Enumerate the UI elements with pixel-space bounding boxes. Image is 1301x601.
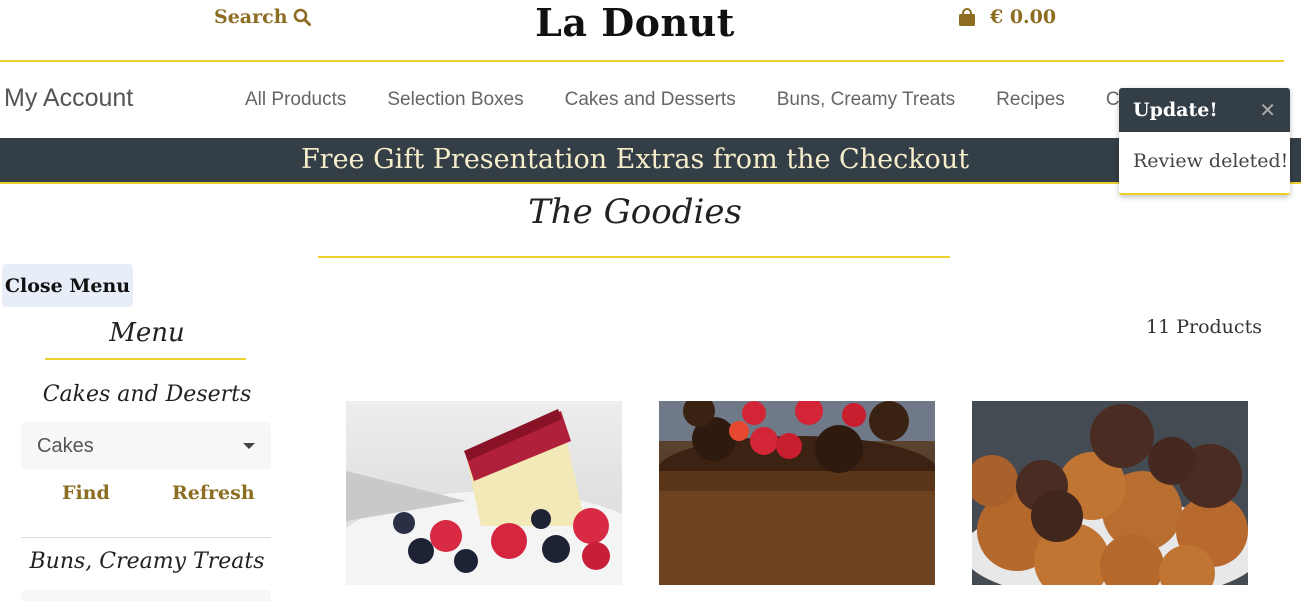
- my-account-link[interactable]: My Account: [4, 84, 133, 113]
- nav-recipes[interactable]: Recipes: [996, 89, 1065, 111]
- toast-message: Review deleted!: [1133, 150, 1289, 172]
- category-select-2[interactable]: [21, 590, 271, 601]
- update-toast: Update! ✕ Review deleted!: [1119, 88, 1290, 195]
- product-image-cheesecake[interactable]: [346, 401, 622, 585]
- product-image-chocolate-cake[interactable]: [659, 401, 935, 585]
- toast-title: Update!: [1133, 99, 1218, 121]
- page-title: The Goodies: [528, 192, 742, 232]
- shopping-bag-icon: [959, 7, 975, 26]
- menu-underline: [45, 358, 246, 360]
- product-count: 11 Products: [1146, 316, 1262, 338]
- main-nav: My Account All Products Selection Boxes …: [0, 72, 1301, 128]
- category-select[interactable]: Cakes: [21, 422, 271, 470]
- title-underline: [318, 256, 950, 258]
- nav-all-products[interactable]: All Products: [245, 89, 346, 111]
- find-button[interactable]: Find: [62, 482, 110, 504]
- cart-link[interactable]: € 0.00: [958, 6, 1056, 28]
- chocolate-cake-illustration: [659, 401, 935, 585]
- cheesecake-illustration: [346, 409, 622, 585]
- nav-truncated-item[interactable]: C: [1106, 89, 1120, 111]
- nav-selection-boxes[interactable]: Selection Boxes: [387, 89, 523, 111]
- category-heading-buns: Buns, Creamy Treats: [29, 549, 265, 574]
- menu-title: Menu: [109, 318, 185, 348]
- caret-down-icon: [243, 443, 255, 449]
- close-icon[interactable]: ✕: [1259, 98, 1276, 122]
- toast-header: Update! ✕: [1119, 88, 1290, 132]
- promo-banner-text: Free Gift Presentation Extras from the C…: [300, 144, 970, 175]
- category-heading-cakes: Cakes and Deserts: [42, 382, 252, 407]
- cookies-illustration: [972, 401, 1248, 585]
- nav-links: All Products Selection Boxes Cakes and D…: [245, 89, 1120, 111]
- close-menu-button[interactable]: Close Menu: [2, 264, 133, 307]
- promo-banner: Free Gift Presentation Extras from the C…: [0, 138, 1301, 184]
- top-bar: Search La Donut € 0.00: [0, 0, 1301, 62]
- nav-cakes-and-desserts[interactable]: Cakes and Desserts: [565, 89, 736, 111]
- header-divider: [0, 60, 1284, 62]
- nav-buns-creamy-treats[interactable]: Buns, Creamy Treats: [777, 89, 955, 111]
- site-logo[interactable]: La Donut: [0, 0, 1270, 45]
- cart-total: € 0.00: [990, 6, 1057, 28]
- product-image-cookies[interactable]: [972, 401, 1248, 585]
- sidebar-divider: [21, 537, 271, 538]
- refresh-button[interactable]: Refresh: [172, 482, 255, 504]
- category-select-value: Cakes: [37, 434, 94, 457]
